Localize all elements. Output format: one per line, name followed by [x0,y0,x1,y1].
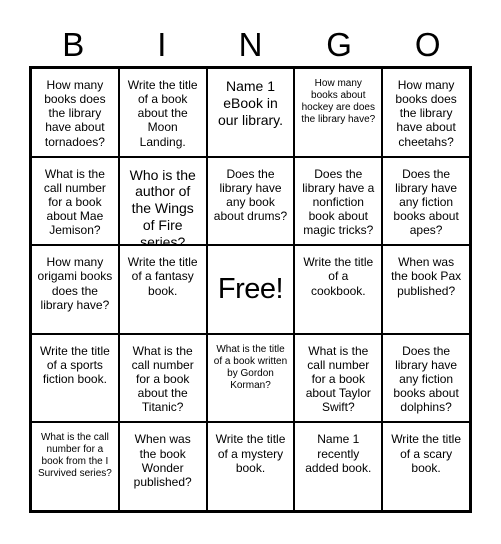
bingo-cell-text: Name 1 eBook in our library. [217,78,284,128]
bingo-cell[interactable]: What is the call number for a book about… [32,157,118,245]
bingo-header-row: BINGO [29,22,472,66]
bingo-cell-text: Does the library have a nonfiction book … [302,166,375,238]
bingo-cell-text: How many books does the library have abo… [44,78,106,149]
bingo-cell-text: What is the call number for a book from … [37,432,112,480]
bingo-cell[interactable]: How many books does the library have abo… [32,69,118,156]
bingo-cell-text: Free! [217,272,284,305]
bingo-cell-text: Write the title of a sports fiction book… [39,343,110,387]
bingo-cell-text: Write the title of a scary book. [391,432,461,475]
bingo-cell-text: What is the call number for a book about… [43,166,106,238]
bingo-cell-text: How many books about hockey are does the… [301,78,376,125]
bingo-cell-text: What is the title of a book written by G… [213,343,288,391]
bingo-cell-text: Name 1 recently added book. [305,432,372,475]
bingo-cell-text: When was the book Wonder published? [133,432,192,489]
bingo-cell[interactable]: What is the call number for a book from … [32,423,118,510]
bingo-cell[interactable]: How many books about hockey are does the… [295,69,382,156]
bingo-cell-text: How many origami books does the library … [37,255,113,312]
bingo-cell[interactable]: How many books does the library have abo… [383,69,469,156]
bingo-cell[interactable]: Who is the author of the Wings of Fire s… [119,157,206,245]
bingo-header-letter-0: B [62,25,85,63]
bingo-cell-text: Who is the author of the Wings of Fire s… [129,166,196,245]
bingo-cell[interactable]: Does the library have any fiction books … [383,334,469,422]
bingo-cell-text: Does the library have any fiction books … [393,343,459,415]
bingo-header-letter-1: I [157,25,167,63]
bingo-card: B I N G O How many books does the library ha… [0,0,501,544]
bingo-header-letter-3: G [326,25,352,63]
bingo-cell[interactable]: Write the title of a mystery book. [207,423,294,510]
bingo-cell[interactable]: Write the title of a scary book. [383,423,469,510]
bingo-cell-text: How many books does the library have abo… [395,78,457,149]
bingo-cell[interactable]: Write the title of a sports fiction book… [32,334,118,422]
bingo-cell-text: Write the title of a book about the Moon… [127,78,198,149]
bingo-header-letter-4: O [414,25,441,63]
bingo-cell[interactable]: Write the title of a cookbook. [295,246,382,333]
bingo-grid: How many books does the library have abo… [29,66,472,513]
bingo-cell[interactable]: Write the title of a book about the Moon… [119,69,206,156]
bingo-cell[interactable]: What is the call number for a book about… [295,334,382,422]
bingo-cell[interactable]: How many origami books does the library … [32,246,118,333]
bingo-cell-text: What is the call number for a book about… [131,343,194,415]
bingo-cell[interactable]: What is the call number for a book about… [119,334,206,422]
bingo-cell-text: Does the library have any fiction books … [393,166,459,238]
bingo-cell[interactable]: Name 1 recently added book. [295,423,382,510]
bingo-cell[interactable]: When was the book Pax published? [383,246,469,333]
bingo-cell-text: Write the title of a mystery book. [215,432,286,475]
bingo-cell-text: What is the call number for a book about… [305,343,371,415]
bingo-cell[interactable]: Does the library have any fiction books … [383,157,469,245]
bingo-cell-text: Write the title of a fantasy book. [127,255,198,298]
bingo-header-letter-2: N [238,25,263,63]
bingo-cell-text: Does the library have any book about dru… [213,166,288,224]
bingo-cell[interactable]: Name 1 eBook in our library. [207,69,294,156]
bingo-cell[interactable]: Does the library have a nonfiction book … [295,157,382,245]
bingo-cell[interactable]: When was the book Wonder published? [119,423,206,510]
bingo-cell[interactable]: Does the library have any book about dru… [207,157,294,245]
bingo-cell-text: When was the book Pax published? [391,255,462,298]
bingo-cell[interactable]: What is the title of a book written by G… [207,334,294,422]
bingo-cell[interactable]: Write the title of a fantasy book. [119,246,206,333]
bingo-cell-text: Write the title of a cookbook. [303,255,374,298]
bingo-free-space[interactable]: Free! [207,246,294,333]
